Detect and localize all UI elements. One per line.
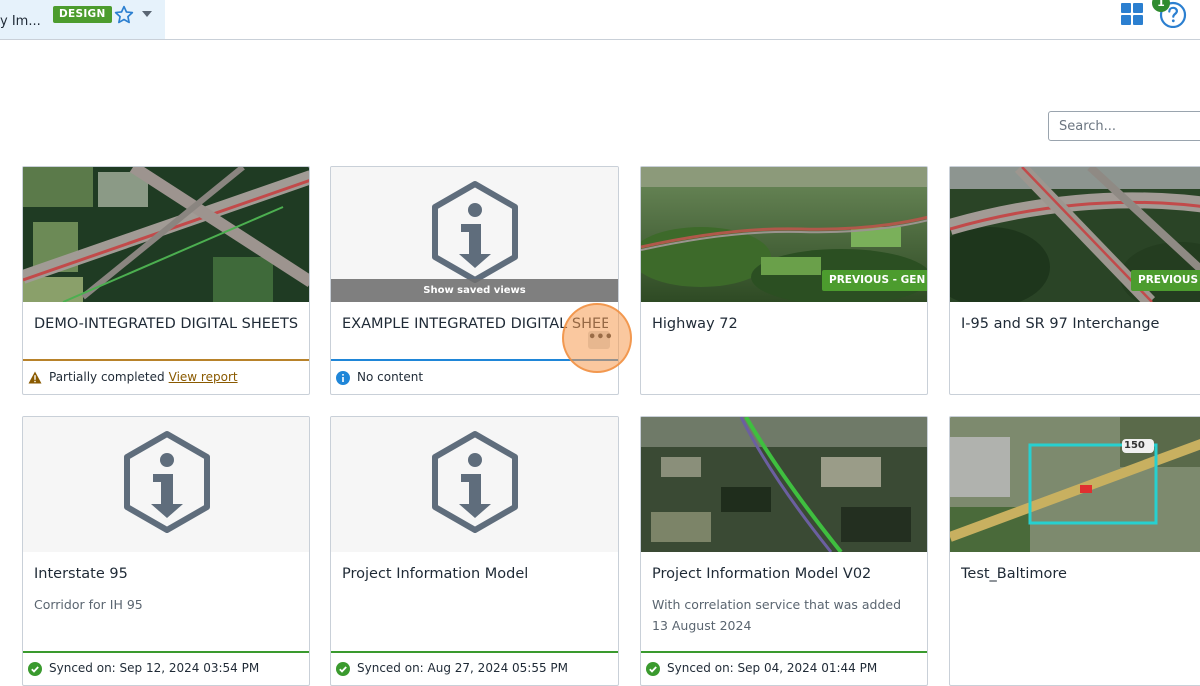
project-card[interactable]: Interstate 95 Corridor for IH 95 Synced … [22,416,310,686]
status-row: Synced on: Aug 27, 2024 05:55 PM [336,661,568,676]
status-text: Partially completed [49,370,165,384]
status-divider [331,651,618,653]
project-card[interactable]: PREVIOUS - GEN Highway 72 [640,166,928,395]
status-row: No content [336,370,423,385]
status-row: Synced on: Sep 12, 2024 03:54 PM [28,661,259,676]
project-title: DEMO-INTEGRATED DIGITAL SHEETS C... [34,316,299,332]
design-badge: DESIGN [53,6,112,23]
imodel-info-icon [432,181,518,283]
status-divider [23,359,309,361]
project-card[interactable]: Project Information Model Synced on: Aug… [330,416,619,686]
project-card[interactable]: DEMO-INTEGRATED DIGITAL SHEETS C... Part… [22,166,310,395]
chevron-down-icon[interactable] [142,11,152,17]
project-title: Interstate 95 [34,566,128,582]
project-title: I-95 and SR 97 Interchange [961,316,1160,332]
search-input[interactable] [1048,111,1200,141]
project-thumbnail [23,167,309,302]
status-divider [641,651,927,653]
check-icon [28,661,42,676]
check-icon [336,661,350,676]
context-tab[interactable]: y Im... DESIGN [0,0,165,39]
click-highlight [562,303,632,373]
check-icon [646,661,660,676]
project-card[interactable]: 150 Test_Baltimore [949,416,1200,686]
warning-icon [28,371,42,384]
map-label: 150 [1124,440,1145,451]
context-title[interactable]: y Im... [0,14,41,29]
project-description: Corridor for IH 95 [34,597,143,612]
previous-badge: PREVIOUS - GEN [822,270,927,291]
top-bar: y Im... DESIGN 1 [0,0,1200,40]
show-saved-views-button[interactable]: Show saved views [331,279,618,302]
status-text: Synced on: Aug 27, 2024 05:55 PM [357,661,569,675]
status-divider [23,651,309,653]
project-card[interactable]: PREVIOUS - G I-95 and SR 97 Interchange [949,166,1200,395]
aerial-image [23,167,309,302]
previous-badge: PREVIOUS - G [1131,270,1200,291]
status-text: Synced on: Sep 12, 2024 03:54 PM [49,661,260,675]
info-icon [336,370,350,385]
status-text: No content [357,370,424,384]
project-thumbnail: 150 [950,417,1200,552]
project-title: Project Information Model V02 [652,566,872,582]
project-title: Project Information Model [342,566,529,582]
status-row: Synced on: Sep 04, 2024 01:44 PM [646,661,877,676]
imodel-info-icon [432,431,518,533]
aerial-image [950,417,1200,552]
project-title: Highway 72 [652,316,738,332]
apps-grid-icon[interactable] [1121,3,1143,25]
star-icon[interactable] [113,4,135,26]
project-thumbnail [23,417,309,552]
project-thumbnail [331,417,618,552]
status-text: Synced on: Sep 04, 2024 01:44 PM [667,661,878,675]
imodel-info-icon [124,431,210,533]
view-report-link[interactable]: View report [169,370,238,384]
project-description: With correlation service that was added … [652,597,902,633]
project-thumbnail [641,417,927,552]
aerial-image [641,417,927,552]
project-thumbnail: Show saved views [331,167,618,302]
project-title: Test_Baltimore [961,566,1067,582]
project-card[interactable]: Project Information Model V02 With corre… [640,416,928,686]
status-row: Partially completed View report [28,370,238,384]
